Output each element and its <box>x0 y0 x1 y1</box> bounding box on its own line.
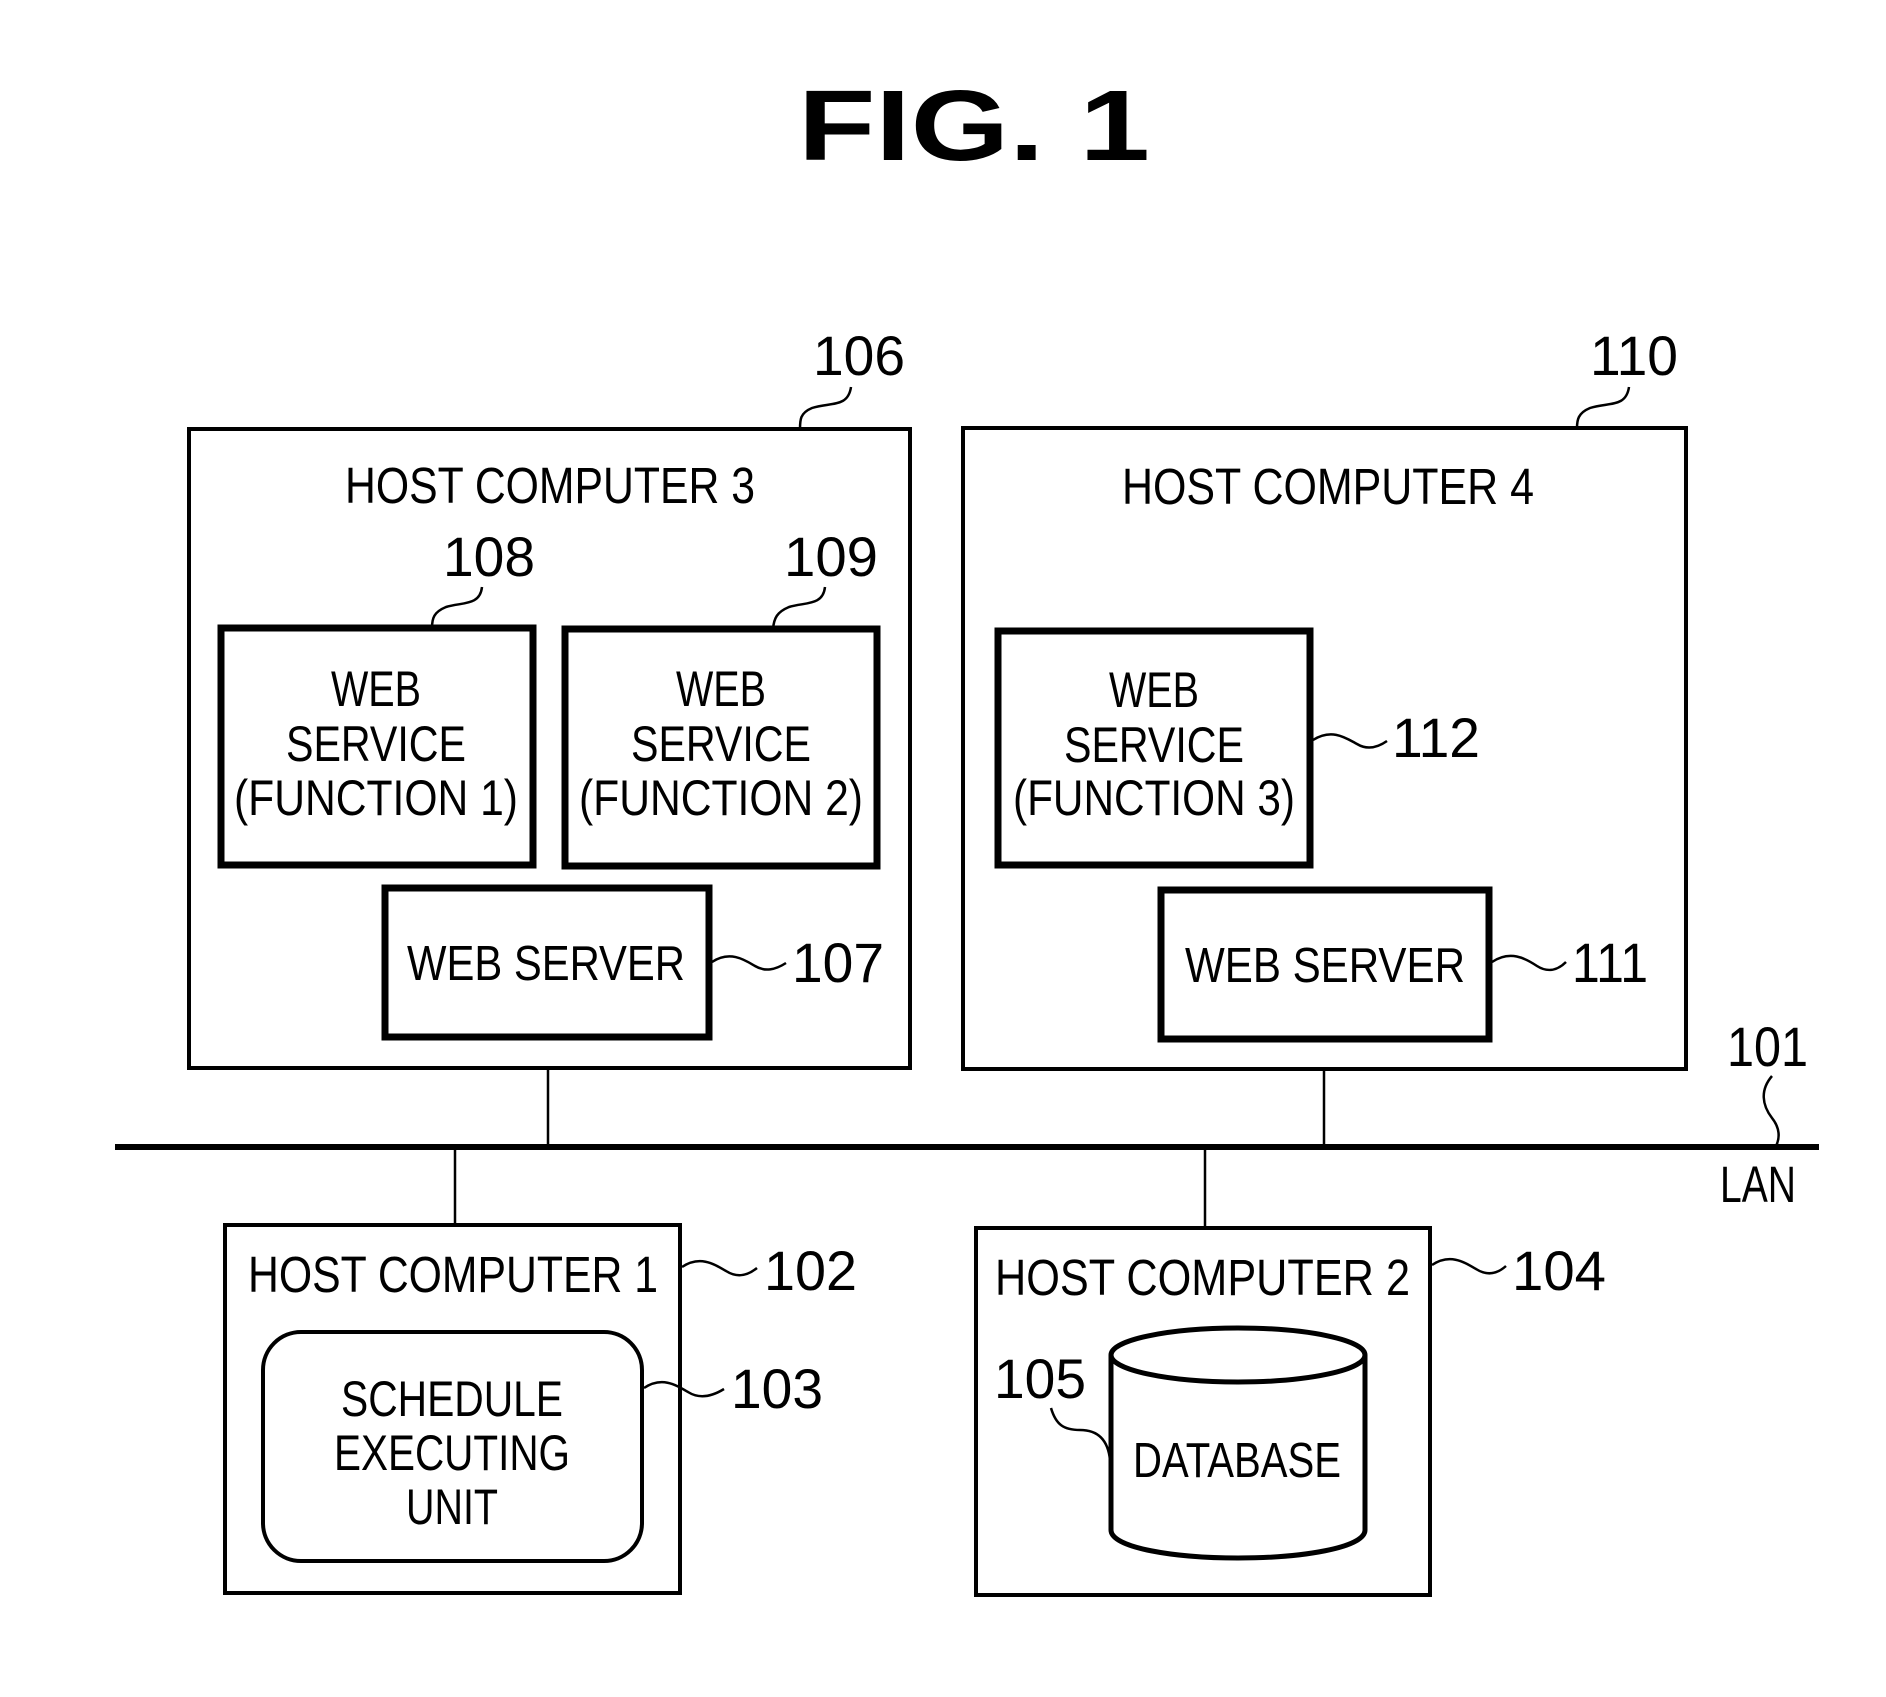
schedule-unit-line-1: SCHEDULE <box>341 1371 563 1427</box>
ref-106: 106 <box>813 324 905 387</box>
database-top <box>1108 1325 1368 1385</box>
host-computer-1-title: HOST COMPUTER 1 <box>248 1246 658 1303</box>
schedule-unit-line-3: UNIT <box>406 1479 498 1535</box>
ref-111: 111 <box>1572 931 1648 994</box>
web-server-107-label: WEB SERVER <box>407 937 685 991</box>
ref-103: 103 <box>731 1357 823 1420</box>
host-computer-2-title: HOST COMPUTER 2 <box>995 1249 1410 1306</box>
leader-106 <box>798 386 853 430</box>
web-service-3-line-2: SERVICE <box>1064 717 1244 773</box>
web-service-2-line-3: (FUNCTION 2) <box>579 770 863 826</box>
ref-107: 107 <box>792 931 884 994</box>
web-service-3-line-3: (FUNCTION 3) <box>1013 770 1295 826</box>
database-label: DATABASE <box>1133 1434 1341 1488</box>
web-service-3-line-1: WEB <box>1109 662 1199 718</box>
leader-101 <box>1762 1075 1780 1147</box>
host-computer-4: HOST COMPUTER 4 110 WEB SERVICE (FUNCTIO… <box>961 324 1688 1071</box>
host-computer-3: HOST COMPUTER 3 106 WEB SERVICE (FUNCTIO… <box>187 324 912 1070</box>
host-computer-2: HOST COMPUTER 2 104 DATABASE 105 <box>974 1226 1606 1597</box>
host-computer-3-title: HOST COMPUTER 3 <box>345 457 755 514</box>
ref-109: 109 <box>784 525 878 588</box>
figure-title: FIG. 1 <box>798 70 1150 182</box>
schedule-unit-line-2: EXECUTING <box>334 1425 570 1481</box>
ref-101: 101 <box>1727 1015 1808 1078</box>
host-computer-4-title: HOST COMPUTER 4 <box>1122 458 1534 515</box>
ref-104: 104 <box>1512 1239 1606 1302</box>
ref-112: 112 <box>1392 706 1480 769</box>
host-computer-1: HOST COMPUTER 1 102 SCHEDULE EXECUTING U… <box>223 1223 857 1595</box>
web-service-2-line-2: SERVICE <box>631 716 811 772</box>
ref-102: 102 <box>764 1239 857 1302</box>
leader-102 <box>681 1259 758 1277</box>
ref-105: 105 <box>994 1347 1086 1410</box>
web-server-111-label: WEB SERVER <box>1185 939 1465 993</box>
web-service-1-line-1: WEB <box>331 661 421 717</box>
ref-110: 110 <box>1590 324 1678 387</box>
ref-108: 108 <box>443 525 535 588</box>
lan-label: LAN <box>1720 1156 1796 1213</box>
web-service-2-line-1: WEB <box>676 661 766 717</box>
figure-canvas: FIG. 1 HOST COMPUTER 3 106 WEB SERVICE (… <box>115 70 1819 1597</box>
leader-110 <box>1575 386 1631 429</box>
web-service-1-line-3: (FUNCTION 1) <box>234 770 518 826</box>
web-service-1-line-2: SERVICE <box>286 716 466 772</box>
leader-104 <box>1431 1257 1507 1275</box>
